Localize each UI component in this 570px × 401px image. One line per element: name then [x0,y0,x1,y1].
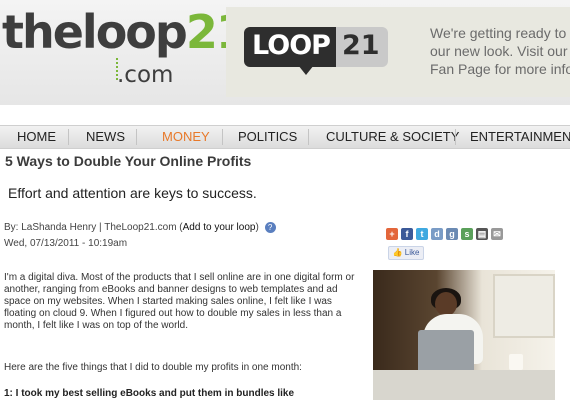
logo-text: theloop [2,5,188,59]
site-logo[interactable]: theloop21 [2,5,248,59]
photo-window [493,274,555,338]
facebook-like-button[interactable]: 👍 Like [388,246,424,260]
speech-tail-icon [298,65,314,75]
logo-dotcom: .com [117,62,174,88]
twitter-icon[interactable]: t [416,228,428,240]
digg-icon[interactable]: g [446,228,458,240]
nav-divider [222,129,223,145]
nav-culture-society[interactable]: CULTURE & SOCIETY [326,129,459,144]
add-to-loop-link[interactable]: Add to your loop [183,222,256,233]
nav-divider [136,129,137,145]
stumbleupon-icon[interactable]: s [461,228,473,240]
article-title: 5 Ways to Double Your Online Profits [5,153,252,169]
banner-line: We're getting ready to p [430,25,570,41]
banner-line: Fan Page for more info [430,61,570,77]
site-header: theloop21 .com LOOP 21 We're getting rea… [0,0,570,105]
help-icon[interactable]: ? [264,222,276,233]
main-nav: HOME NEWS MONEY POLITICS CULTURE & SOCIE… [0,125,570,149]
badge-left-text: LOOP [244,27,336,67]
print-icon[interactable]: ▤ [476,228,488,240]
article-byline: By: LaShanda Henry | TheLoop21.com (Add … [4,222,276,233]
email-icon[interactable]: ✉ [491,228,503,240]
photo-laptop [418,330,474,374]
article-date: Wed, 07/13/2011 - 10:19am [4,238,128,249]
like-thumb-icon: 👍 [392,248,403,257]
photo-mug [509,354,523,370]
facebook-icon[interactable]: f [401,228,413,240]
byline-author: By: LaShanda Henry | TheLoop21.com ( [4,222,183,233]
article-subtitle: Effort and attention are keys to success… [8,185,257,201]
like-label: Like [404,248,420,257]
nav-money[interactable]: MONEY [162,129,210,144]
nav-news[interactable]: NEWS [86,129,125,144]
promo-banner[interactable]: LOOP 21 We're getting ready to p our new… [226,7,570,97]
article-paragraph: 1: I took my best selling eBooks and put… [4,388,295,399]
photo-face [435,292,457,316]
share-toolbar: + f t d g s ▤ ✉ [386,228,503,240]
article-photo [373,270,555,400]
nav-divider [455,129,456,145]
nav-home[interactable]: HOME [17,129,56,144]
nav-politics[interactable]: POLITICS [238,129,297,144]
badge-right-text: 21 [335,27,388,67]
nav-divider [308,129,309,145]
banner-message: We're getting ready to p our new look. V… [430,24,570,78]
nav-divider [68,129,69,145]
banner-line: our new look. Visit our [430,43,568,59]
photo-table [373,370,555,400]
article-paragraph: I'm a digital diva. Most of the products… [4,272,355,331]
loop21-badge: LOOP 21 [244,27,388,67]
article-paragraph: Here are the five things that I did to d… [4,362,302,373]
byline-suffix: ) [255,222,259,233]
delicious-icon[interactable]: d [431,228,443,240]
share-plus-icon[interactable]: + [386,228,398,240]
nav-entertainment[interactable]: ENTERTAINMENT [470,129,570,144]
